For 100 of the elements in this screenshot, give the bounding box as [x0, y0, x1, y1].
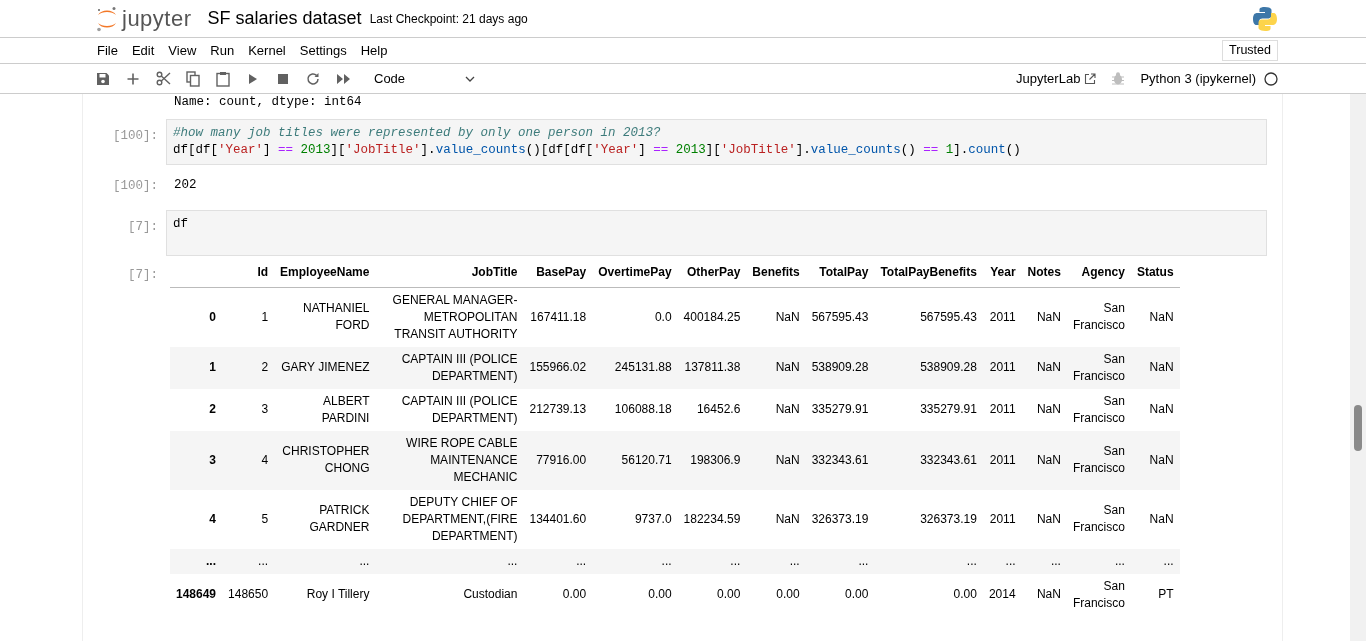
table-cell: 2 — [222, 346, 275, 389]
table-cell: NaN — [1130, 388, 1180, 431]
table-cell: 182234.59 — [677, 489, 747, 549]
menu-item[interactable]: View — [161, 38, 204, 63]
table-cell: 335279.91 — [874, 388, 983, 431]
table-cell: NaN — [1021, 573, 1067, 616]
table-cell: 2011 — [982, 388, 1022, 431]
column-header: Agency — [1066, 257, 1131, 288]
table-cell: 137811.38 — [677, 346, 747, 389]
table-cell: 567595.43 — [805, 287, 875, 347]
table-cell: ... — [592, 548, 678, 574]
row-index: 3 — [170, 430, 223, 490]
table-cell: 332343.61 — [874, 430, 983, 490]
table-cell: NaN — [746, 489, 806, 549]
table-cell: NaN — [746, 430, 806, 490]
trusted-button[interactable]: Trusted — [1222, 40, 1278, 61]
table-cell: WIRE ROPE CABLE MAINTENANCE MECHANIC — [375, 430, 524, 490]
table-cell: 2011 — [982, 430, 1022, 490]
column-header: OtherPay — [677, 257, 747, 288]
table-cell: NaN — [746, 287, 806, 347]
menu-item[interactable]: Settings — [292, 38, 354, 63]
table-cell: 0.00 — [874, 573, 983, 616]
table-cell: CAPTAIN III (POLICE DEPARTMENT) — [375, 388, 524, 431]
table-cell: NaN — [1021, 346, 1067, 389]
row-index: 4 — [170, 489, 223, 549]
open-jupyterlab-link[interactable]: JupyterLab — [1016, 68, 1097, 89]
table-cell: 538909.28 — [874, 346, 983, 389]
table-cell: San Francisco — [1066, 489, 1131, 549]
table-cell: NaN — [1130, 346, 1180, 389]
column-header: TotalPayBenefits — [874, 257, 983, 288]
row-index: 0 — [170, 287, 223, 347]
table-cell: PT — [1130, 573, 1180, 616]
column-header: EmployeeName — [274, 257, 376, 288]
table-cell: 3 — [222, 388, 275, 431]
column-header: OvertimePay — [592, 257, 678, 288]
output-text: Name: count, dtype: int64 — [173, 94, 362, 111]
table-cell: 0.00 — [677, 573, 747, 616]
caret-icon — [465, 75, 476, 82]
table-cell: 9737.0 — [592, 489, 678, 549]
table-cell: 16452.6 — [677, 388, 747, 431]
logo-icon — [96, 5, 118, 32]
row-index: 148649 — [170, 573, 223, 616]
table-cell: ... — [874, 548, 983, 574]
menu-item[interactable]: Kernel — [241, 38, 293, 63]
table-cell: 2011 — [982, 489, 1022, 549]
table-cell: ... — [677, 548, 747, 574]
checkpoint-text: Last Checkpoint: 21 days ago — [369, 10, 528, 28]
table-cell: 0.00 — [805, 573, 875, 616]
column-header: Benefits — [746, 257, 806, 288]
table-cell: San Francisco — [1066, 573, 1131, 616]
table-cell: ... — [222, 548, 275, 574]
code-line: df — [173, 215, 189, 233]
table-cell: San Francisco — [1066, 430, 1131, 490]
logo-text: jupyter — [122, 5, 192, 33]
table-cell: San Francisco — [1066, 346, 1131, 389]
table-cell: 212739.13 — [523, 388, 593, 431]
menu-item[interactable]: File — [90, 38, 125, 63]
table-cell: 1 — [222, 287, 275, 347]
table-cell: 5 — [222, 489, 275, 549]
cell-prompt: [100]: — [112, 128, 159, 145]
table-cell: DEPUTY CHIEF OF DEPARTMENT,(FIRE DEPARTMENT) — [375, 489, 524, 549]
table-cell: San Francisco — [1066, 388, 1131, 431]
scrollbar-thumb[interactable] — [1354, 405, 1362, 451]
external-link-icon[interactable] — [1084, 72, 1097, 85]
code-line: #how many job titles were represented by only one person in 2013? — [173, 125, 662, 142]
table-cell: PATRICK GARDNER — [274, 489, 376, 549]
table-cell: CAPTAIN III (POLICE DEPARTMENT) — [375, 346, 524, 389]
table-cell: San Francisco — [1066, 287, 1131, 347]
row-index: 2 — [170, 388, 223, 431]
table-cell: 567595.43 — [874, 287, 983, 347]
column-header: Year — [982, 257, 1022, 288]
table-cell: 538909.28 — [805, 346, 875, 389]
menu-item[interactable]: Edit — [124, 38, 162, 63]
table-cell: NaN — [1021, 388, 1067, 431]
table-cell: 326373.19 — [874, 489, 983, 549]
column-header: Notes — [1021, 257, 1067, 288]
column-header: JobTitle — [375, 257, 524, 288]
cell-type-dropdown[interactable]: Code — [366, 66, 484, 91]
table-cell: NaN — [1021, 287, 1067, 347]
notebook-title[interactable]: SF salaries dataset — [207, 5, 362, 32]
table-cell: ... — [982, 548, 1022, 574]
table-cell: 198306.9 — [677, 430, 747, 490]
column-header: Status — [1130, 257, 1180, 288]
table-cell: GARY JIMENEZ — [274, 346, 376, 389]
table-cell: 0.00 — [523, 573, 593, 616]
menu-item[interactable]: Help — [353, 38, 395, 63]
scrollbar[interactable] — [1350, 94, 1366, 641]
table-cell: NaN — [1021, 489, 1067, 549]
code-cell[interactable]: df — [166, 209, 1267, 256]
table-cell: 326373.19 — [805, 489, 875, 549]
table-cell: ... — [746, 548, 806, 574]
table-cell: ... — [1066, 548, 1131, 574]
output-prompt: [100]: — [112, 178, 159, 195]
table-cell: NaN — [1021, 430, 1067, 490]
table-cell: 332343.61 — [805, 430, 875, 490]
table-cell: 400184.25 — [677, 287, 747, 347]
menu-item[interactable]: Run — [203, 38, 242, 63]
kernel-name[interactable]: Python 3 (ipykernel) — [1140, 68, 1256, 89]
code-cell[interactable]: #how many job titles were represented by only one person in 2013? df[df['Year'] == 2013]['JobTitle'].value_counts()[df[df['Year'] == 2013]['JobTitle'].value_counts() == 1].count() — [166, 119, 1267, 165]
table-cell: ... — [274, 548, 376, 574]
